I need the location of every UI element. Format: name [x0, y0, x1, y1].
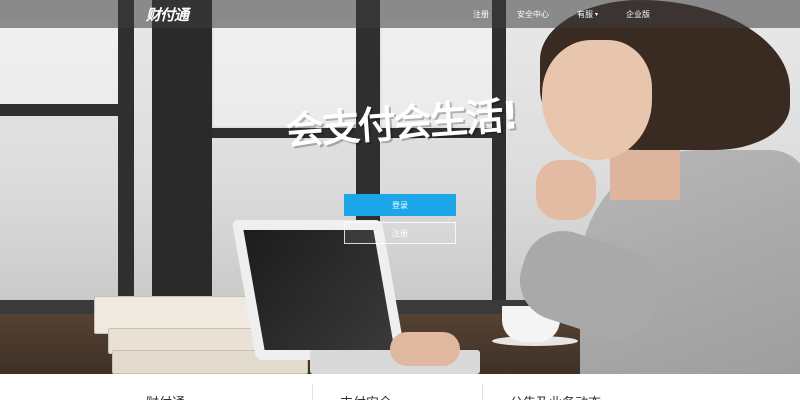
bottom-column-title[interactable]: 财付通	[146, 392, 185, 400]
brand-logo[interactable]: 财付通	[146, 4, 189, 25]
login-button[interactable]: 登录	[344, 194, 456, 216]
face	[542, 40, 652, 160]
nav-register-link[interactable]: 注册	[473, 9, 489, 20]
nav-item-label: 有服	[576, 9, 593, 19]
person-illustration	[390, 0, 800, 374]
chevron-down-icon: ▾	[594, 10, 598, 18]
nav-item-label: 注册	[472, 9, 489, 19]
column-divider	[482, 384, 483, 400]
top-nav: 注册 安全中心 有服 ▾ 企业版	[445, 0, 650, 28]
hand	[536, 160, 596, 220]
nav-enterprise-link[interactable]: 企业版	[626, 9, 650, 20]
bottom-column-title[interactable]: 公告及业务动态	[510, 392, 601, 400]
top-navbar: 财付通 注册 安全中心 有服 ▾ 企业版	[0, 0, 800, 28]
window-frame	[118, 0, 134, 320]
hero-background	[0, 0, 800, 374]
window-pane	[0, 22, 118, 104]
register-button[interactable]: 注册	[344, 222, 456, 244]
bottom-column-title[interactable]: 支付安全	[340, 392, 392, 400]
bottom-info-section: 财付通 支付安全 公告及业务动态	[0, 374, 800, 400]
window-frame	[0, 104, 134, 116]
nav-service-dropdown[interactable]: 有服 ▾	[577, 9, 598, 20]
nav-item-label: 安全中心	[516, 9, 549, 19]
column-divider	[312, 384, 313, 400]
hand-on-keyboard	[390, 332, 460, 366]
nav-item-label: 企业版	[626, 9, 650, 19]
nav-security-center-link[interactable]: 安全中心	[517, 9, 549, 20]
window-frame	[152, 0, 212, 300]
